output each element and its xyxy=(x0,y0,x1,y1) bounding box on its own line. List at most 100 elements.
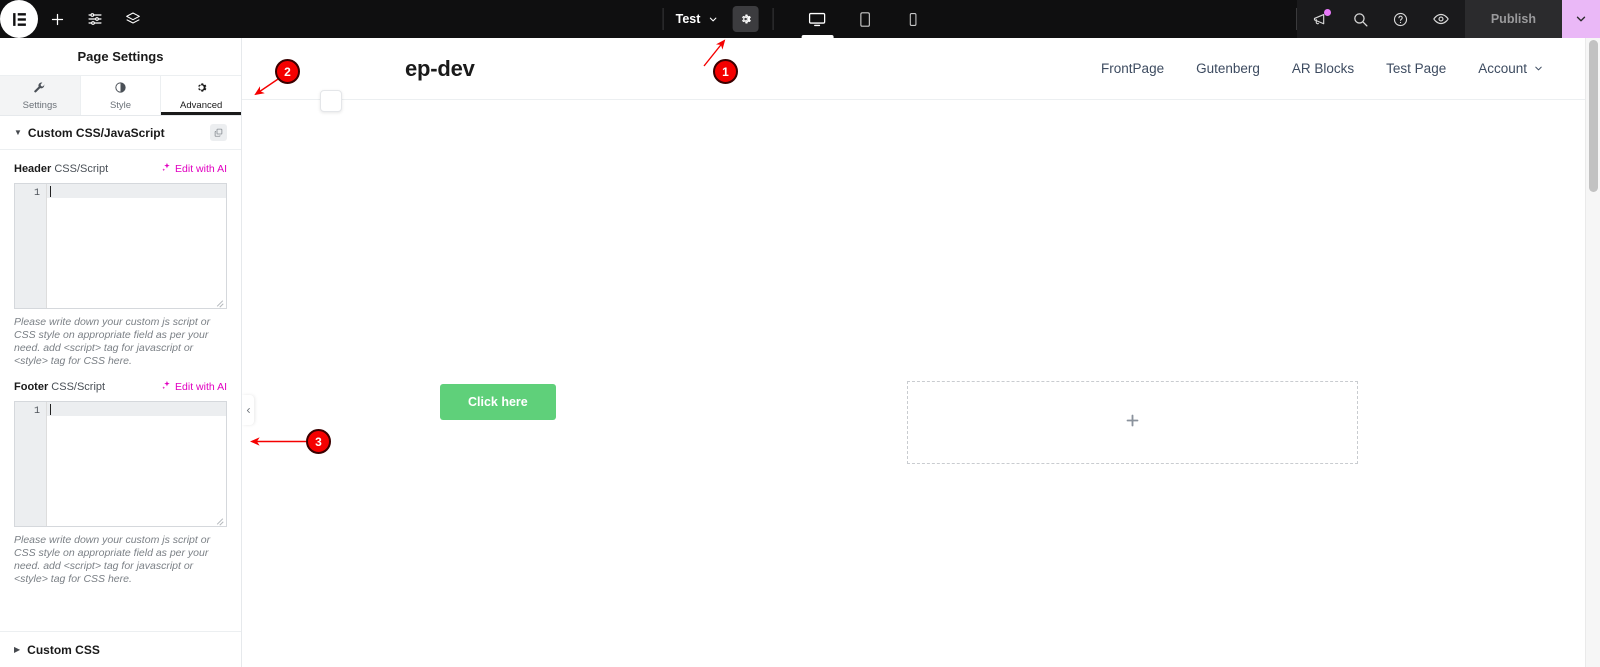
custom-css-js-section-header[interactable]: ▼ Custom CSS/JavaScript xyxy=(0,116,241,150)
nav-item-frontpage[interactable]: FrontPage xyxy=(1101,61,1164,76)
sparkle-icon xyxy=(161,380,172,394)
page-settings-gear-button[interactable] xyxy=(732,6,759,32)
annotation-marker-2: 2 xyxy=(275,59,300,84)
document-name-dropdown[interactable]: Test xyxy=(664,0,731,38)
nav-label: AR Blocks xyxy=(1291,61,1355,76)
site-settings-button[interactable] xyxy=(76,0,114,38)
topbar-right-group: Publish xyxy=(1295,0,1600,38)
copy-icon[interactable] xyxy=(210,124,227,141)
footer-css-label-strong: Footer xyxy=(14,381,49,393)
page-settings-sidebar: Page Settings Settings Style Advanced ▼ … xyxy=(0,38,242,667)
section-title: Custom CSS/JavaScript xyxy=(27,125,165,140)
notification-dot xyxy=(1323,9,1331,16)
structure-layers-button[interactable] xyxy=(114,0,152,38)
header-code-area[interactable] xyxy=(47,184,226,308)
footer-edit-with-ai-link[interactable]: Edit with AI xyxy=(161,380,227,394)
page-title: Page Settings xyxy=(0,38,241,76)
header-css-field-block: Header CSS/Script Edit with AI 1 Please … xyxy=(0,150,241,368)
header-css-field-row: Header CSS/Script Edit with AI xyxy=(14,162,227,176)
nav-label: FrontPage xyxy=(1101,61,1165,76)
footer-css-label: Footer CSS/Script xyxy=(14,381,105,393)
help-button[interactable] xyxy=(1381,0,1421,38)
tab-style-label: Style xyxy=(109,99,132,111)
document-name-label: Test xyxy=(675,12,701,26)
tab-style[interactable]: Style xyxy=(81,76,162,115)
topbar-divider-right xyxy=(772,8,774,30)
tab-advanced-label: Advanced xyxy=(180,99,223,111)
mobile-icon xyxy=(910,12,917,26)
plus-icon xyxy=(1124,412,1141,433)
custom-css-section-title: Custom CSS xyxy=(27,642,100,657)
custom-css-section-header[interactable]: ▶ Custom CSS xyxy=(0,631,241,667)
tab-settings[interactable]: Settings xyxy=(0,76,81,115)
gear-icon xyxy=(195,81,208,97)
header-css-label-strong: Header xyxy=(14,163,52,175)
chevron-down-icon xyxy=(709,17,717,21)
nav-label: Test Page xyxy=(1386,61,1447,76)
caret-right-icon: ▶ xyxy=(14,644,21,654)
desktop-icon xyxy=(809,12,826,26)
header-css-label: Header CSS/Script xyxy=(14,163,108,175)
empty-section-dropzone[interactable] xyxy=(907,381,1358,464)
device-switcher xyxy=(793,0,937,38)
panel-collapse-handle[interactable] xyxy=(242,395,254,425)
tab-advanced[interactable]: Advanced xyxy=(161,76,241,115)
active-line-highlight xyxy=(47,402,226,416)
header-ai-link-label: Edit with AI xyxy=(175,163,227,175)
site-logo[interactable]: ep-dev xyxy=(405,56,475,82)
text-cursor xyxy=(50,186,51,197)
settings-tabs: Settings Style Advanced xyxy=(0,76,241,116)
footer-ai-link-label: Edit with AI xyxy=(175,381,227,393)
add-section-button[interactable] xyxy=(320,90,342,112)
device-mobile-button[interactable] xyxy=(889,0,937,38)
elementor-logo-button[interactable] xyxy=(0,0,38,38)
header-css-code-editor[interactable]: 1 xyxy=(14,183,227,309)
header-code-gutter: 1 xyxy=(15,184,47,308)
publish-options-button[interactable] xyxy=(1562,0,1600,38)
footer-css-field-block: Footer CSS/Script Edit with AI 1 Please … xyxy=(0,368,241,586)
whats-new-button[interactable] xyxy=(1301,0,1341,38)
header-editor-resize-handle[interactable] xyxy=(216,298,225,307)
chevron-left-icon xyxy=(246,407,250,413)
plus-icon xyxy=(51,13,63,25)
finder-search-button[interactable] xyxy=(1341,0,1381,38)
chevron-down-icon xyxy=(1535,66,1542,71)
elementor-logo-icon xyxy=(12,12,26,26)
device-desktop-button[interactable] xyxy=(793,0,841,38)
search-icon xyxy=(1354,12,1368,27)
text-cursor xyxy=(50,404,51,415)
editor-topbar: Test Publish xyxy=(0,0,1600,38)
site-nav: FrontPage Gutenberg AR Blocks Test Page … xyxy=(1101,61,1574,76)
footer-css-help-text: Please write down your custom js script … xyxy=(14,534,211,585)
footer-css-label-rest: CSS/Script xyxy=(48,381,106,393)
preview-changes-button[interactable] xyxy=(1421,0,1461,38)
nav-item-account[interactable]: Account xyxy=(1478,61,1544,76)
tab-settings-label: Settings xyxy=(22,99,57,111)
topbar-left-group xyxy=(0,0,152,38)
eye-icon xyxy=(1433,13,1449,25)
chevron-down-icon xyxy=(1576,16,1586,22)
topbar-center-group: Test xyxy=(662,0,938,38)
header-edit-with-ai-link[interactable]: Edit with AI xyxy=(161,162,227,176)
device-tablet-button[interactable] xyxy=(841,0,889,38)
question-circle-icon xyxy=(1394,12,1408,26)
nav-item-test-page[interactable]: Test Page xyxy=(1386,61,1446,76)
add-element-button[interactable] xyxy=(38,0,76,38)
publish-button[interactable]: Publish xyxy=(1464,0,1562,38)
click-here-button[interactable]: Click here xyxy=(440,384,556,420)
annotation-marker-3: 3 xyxy=(306,429,331,454)
caret-down-icon: ▼ xyxy=(14,127,22,137)
footer-css-code-editor[interactable]: 1 xyxy=(14,401,227,527)
footer-code-area[interactable] xyxy=(47,402,226,526)
nav-item-ar-blocks[interactable]: AR Blocks xyxy=(1292,61,1354,76)
section-toggle[interactable]: ▼ Custom CSS/JavaScript xyxy=(14,126,165,140)
topbar-utility-icons xyxy=(1296,0,1465,38)
footer-code-gutter: 1 xyxy=(15,402,47,526)
contrast-icon xyxy=(114,81,127,97)
page-scrollbar-track[interactable] xyxy=(1585,38,1600,667)
nav-item-gutenberg[interactable]: Gutenberg xyxy=(1196,61,1260,76)
nav-label: Account xyxy=(1478,61,1527,76)
footer-editor-resize-handle[interactable] xyxy=(216,516,225,525)
page-scrollbar-thumb[interactable] xyxy=(1589,40,1598,192)
sparkle-icon xyxy=(161,162,172,176)
